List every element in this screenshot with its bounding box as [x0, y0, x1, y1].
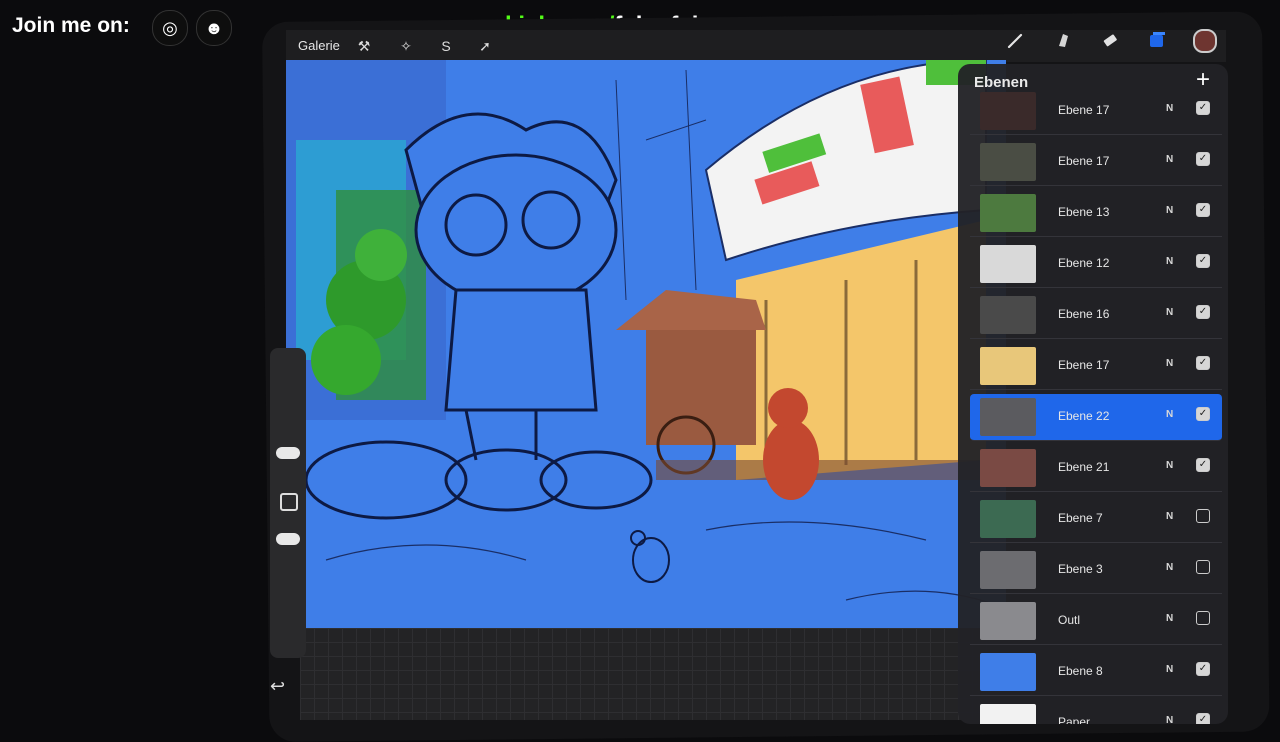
layer-name: Ebene 12	[1058, 256, 1110, 270]
layer-thumbnail[interactable]	[980, 551, 1036, 589]
transform-arrow-icon[interactable]: ➚	[474, 36, 496, 56]
layer-name: Ebene 17	[1058, 358, 1110, 372]
layer-name: Ebene 22	[1058, 409, 1110, 423]
layer-row[interactable]: Ebene 3 N	[970, 547, 1222, 594]
layer-thumbnail[interactable]	[980, 245, 1036, 283]
layer-name: Ebene 17	[1058, 103, 1110, 117]
layer-row[interactable]: Ebene 16 N ✓	[970, 292, 1222, 339]
layer-visibility-checkbox[interactable]: ✓	[1196, 407, 1210, 421]
layer-visibility-checkbox[interactable]: ✓	[1196, 254, 1210, 268]
layer-visibility-checkbox[interactable]	[1196, 611, 1210, 625]
layer-row[interactable]: Ebene 17 N ✓	[970, 139, 1222, 186]
layer-row[interactable]: Ebene 22 N ✓	[970, 394, 1222, 441]
layer-visibility-checkbox[interactable]	[1196, 560, 1210, 574]
layer-name: Ebene 8	[1058, 664, 1103, 678]
blend-mode-button[interactable]: N	[1166, 409, 1173, 420]
layers-icon[interactable]	[1145, 30, 1169, 50]
procreate-toolbar	[286, 30, 1226, 62]
layer-thumbnail[interactable]	[980, 602, 1036, 640]
layer-row[interactable]: Paper N ✓	[970, 700, 1222, 724]
layer-thumbnail[interactable]	[980, 653, 1036, 691]
layer-thumbnail[interactable]	[980, 347, 1036, 385]
layer-name: Ebene 21	[1058, 460, 1110, 474]
layer-thumbnail[interactable]	[980, 194, 1036, 232]
smudge-icon[interactable]	[1052, 30, 1076, 50]
blend-mode-button[interactable]: N	[1166, 511, 1173, 522]
blend-mode-button[interactable]: N	[1166, 613, 1173, 624]
layer-thumbnail[interactable]	[980, 143, 1036, 181]
layer-name: Ebene 13	[1058, 205, 1110, 219]
layer-row[interactable]: Ebene 13 N ✓	[970, 190, 1222, 237]
blend-mode-button[interactable]: N	[1166, 154, 1173, 165]
drawing-canvas[interactable]	[286, 60, 1006, 632]
color-swatch-button[interactable]	[1193, 29, 1217, 53]
layer-name: Ebene 3	[1058, 562, 1103, 576]
layer-thumbnail[interactable]	[980, 296, 1036, 334]
opacity-slider[interactable]	[276, 533, 300, 545]
layer-thumbnail[interactable]	[980, 398, 1036, 436]
layer-name: Ebene 16	[1058, 307, 1110, 321]
layer-visibility-checkbox[interactable]: ✓	[1196, 152, 1210, 166]
layers-panel: Ebenen + Ebene 17 N ✓ Ebene 17 N ✓ Ebene 13 N ✓ E…	[958, 64, 1228, 724]
layer-thumbnail[interactable]	[980, 449, 1036, 487]
blend-mode-button[interactable]: N	[1166, 307, 1173, 318]
layer-row[interactable]: Ebene 21 N ✓	[970, 445, 1222, 492]
join-me-label: Join me on:	[12, 14, 130, 37]
eraser-icon[interactable]	[1098, 30, 1122, 50]
gallery-button[interactable]: Galerie	[298, 38, 340, 53]
layer-name: Ebene 17	[1058, 154, 1110, 168]
layer-visibility-checkbox[interactable]: ✓	[1196, 662, 1210, 676]
blend-mode-button[interactable]: N	[1166, 256, 1173, 267]
layer-visibility-checkbox[interactable]: ✓	[1196, 101, 1210, 115]
layer-visibility-checkbox[interactable]: ✓	[1196, 356, 1210, 370]
layer-name: Ebene 7	[1058, 511, 1103, 525]
layer-visibility-checkbox[interactable]: ✓	[1196, 305, 1210, 319]
selection-icon[interactable]: S	[435, 36, 457, 56]
layer-row[interactable]: Outl N	[970, 598, 1222, 645]
layer-thumbnail[interactable]	[980, 92, 1036, 130]
layer-visibility-checkbox[interactable]	[1196, 509, 1210, 523]
brush-icon[interactable]	[1004, 30, 1028, 50]
layer-row[interactable]: Ebene 17 N ✓	[970, 343, 1222, 390]
layer-visibility-checkbox[interactable]: ✓	[1196, 203, 1210, 217]
blend-mode-button[interactable]: N	[1166, 205, 1173, 216]
layer-row[interactable]: Ebene 8 N ✓	[970, 649, 1222, 696]
artwork	[286, 60, 1006, 606]
layer-thumbnail[interactable]	[980, 704, 1036, 724]
instagram-icon[interactable]: ◎	[152, 10, 188, 46]
blend-mode-button[interactable]: N	[1166, 103, 1173, 114]
layer-row[interactable]: Ebene 17 N ✓	[970, 88, 1222, 135]
layer-row[interactable]: Ebene 12 N ✓	[970, 241, 1222, 288]
layer-visibility-checkbox[interactable]: ✓	[1196, 713, 1210, 724]
magic-wand-icon[interactable]: ✧	[395, 36, 417, 56]
wrench-icon[interactable]: ⚒	[353, 36, 375, 56]
blend-mode-button[interactable]: N	[1166, 358, 1173, 369]
layer-row[interactable]: Ebene 7 N	[970, 496, 1222, 543]
layer-name: Outl	[1058, 613, 1081, 627]
undo-icon[interactable]: ↩	[270, 676, 285, 697]
canvas-grid-area	[300, 628, 1000, 720]
blend-mode-button[interactable]: N	[1166, 460, 1173, 471]
layer-visibility-checkbox[interactable]: ✓	[1196, 458, 1210, 472]
modify-button[interactable]	[280, 493, 298, 511]
brush-size-slider[interactable]	[276, 447, 300, 459]
layer-thumbnail[interactable]	[980, 500, 1036, 538]
discord-icon[interactable]: ☻	[196, 10, 232, 46]
blend-mode-button[interactable]: N	[1166, 562, 1173, 573]
blend-mode-button[interactable]: N	[1166, 664, 1173, 675]
